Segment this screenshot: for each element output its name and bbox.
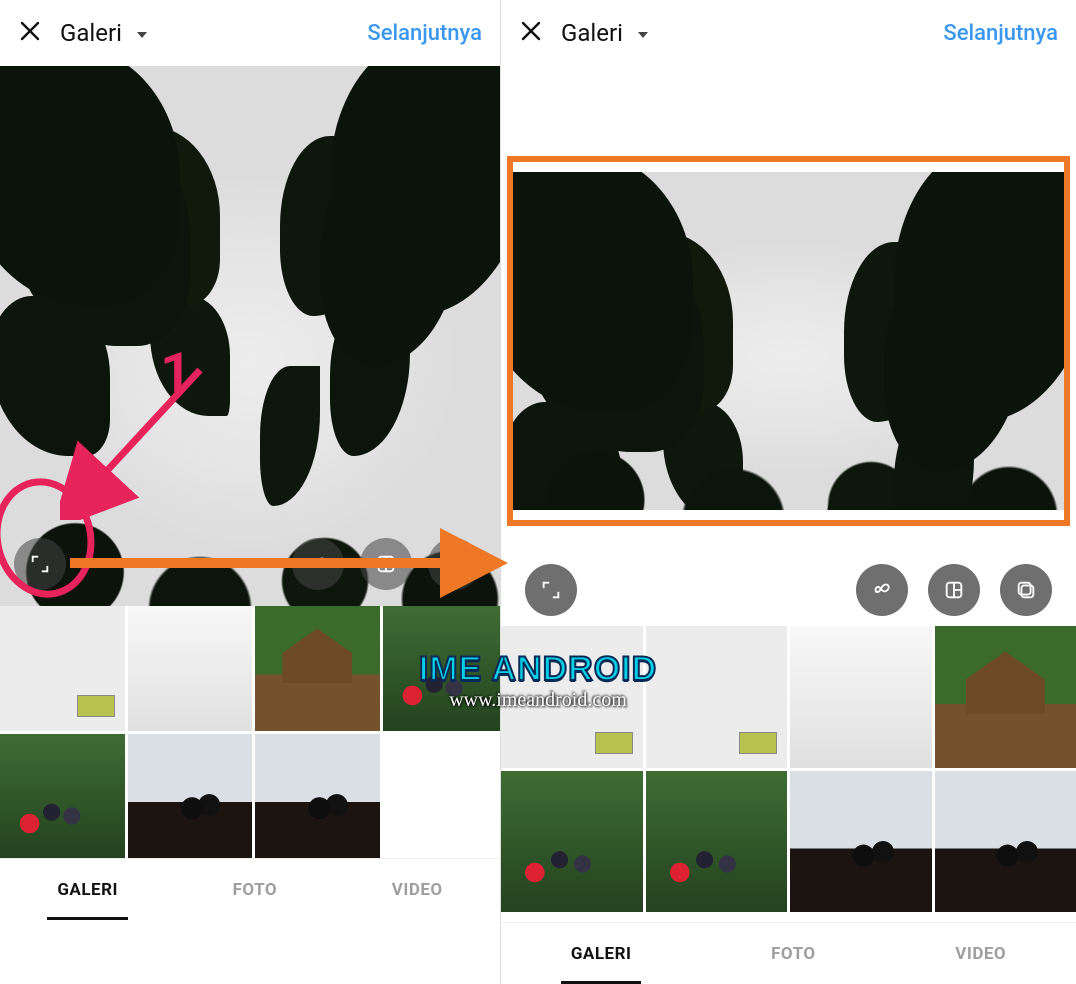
chevron-down-icon [136, 19, 148, 47]
tab-photo[interactable]: FOTO [767, 938, 820, 970]
thumbnail[interactable] [255, 734, 380, 859]
thumbnail[interactable] [501, 771, 643, 913]
layout-button[interactable] [360, 538, 412, 590]
next-button[interactable]: Selanjutnya [943, 21, 1058, 46]
tab-photo[interactable]: FOTO [229, 874, 282, 906]
selected-photo[interactable] [513, 172, 1064, 510]
tab-video[interactable]: VIDEO [951, 938, 1010, 970]
expand-crop-button[interactable] [525, 564, 577, 616]
expand-icon [540, 579, 562, 601]
close-icon [519, 19, 543, 43]
thumbnail[interactable] [646, 915, 788, 922]
thumbnail[interactable] [383, 734, 501, 859]
thumbnail-grid [0, 606, 500, 858]
thumbnail[interactable] [935, 771, 1076, 913]
top-bar: Galeri Selanjutnya [501, 0, 1076, 66]
gallery-dropdown[interactable]: Galeri [561, 19, 649, 47]
layout-button[interactable] [928, 564, 980, 616]
multi-select-button[interactable] [428, 538, 480, 590]
thumbnail[interactable] [646, 626, 788, 768]
tab-video[interactable]: VIDEO [388, 874, 447, 906]
thumbnail[interactable] [790, 915, 932, 922]
thumbnail[interactable] [128, 606, 253, 731]
thumbnail[interactable] [255, 606, 380, 731]
preview-area[interactable] [0, 66, 500, 606]
chevron-down-icon [637, 19, 649, 47]
thumbnail[interactable] [646, 771, 788, 913]
infinity-icon [307, 553, 329, 575]
close-icon [18, 19, 42, 43]
thumbnail[interactable] [790, 626, 932, 768]
top-bar: Galeri Selanjutnya [0, 0, 500, 66]
bottom-tabs: GALERI FOTO VIDEO [0, 858, 500, 920]
gallery-label: Galeri [60, 19, 122, 47]
thumbnail[interactable] [0, 734, 125, 859]
thumbnail[interactable] [790, 771, 932, 913]
screen-after: Galeri Selanjutnya [500, 0, 1076, 984]
screen-before: Galeri Selanjutnya [0, 0, 500, 920]
thumbnail[interactable] [0, 606, 125, 731]
thumbnail[interactable] [501, 626, 643, 768]
gallery-label: Galeri [561, 19, 623, 47]
next-button[interactable]: Selanjutnya [367, 21, 482, 46]
expand-icon [29, 553, 51, 575]
preview-area[interactable] [501, 66, 1076, 626]
bottom-tabs: GALERI FOTO VIDEO [501, 922, 1076, 984]
thumbnail[interactable] [935, 915, 1076, 922]
tab-gallery[interactable]: GALERI [567, 938, 636, 970]
collage-icon [375, 553, 397, 575]
thumbnail[interactable] [128, 734, 253, 859]
expand-crop-button[interactable] [14, 538, 66, 590]
thumbnail[interactable] [935, 626, 1076, 768]
thumbnail[interactable] [501, 915, 643, 922]
annotation-result-box [507, 156, 1070, 526]
selected-photo[interactable] [0, 66, 500, 606]
boomerang-button[interactable] [292, 538, 344, 590]
boomerang-button[interactable] [856, 564, 908, 616]
close-button[interactable] [519, 19, 543, 47]
gallery-dropdown[interactable]: Galeri [60, 19, 148, 47]
close-button[interactable] [18, 19, 42, 47]
tab-gallery[interactable]: GALERI [53, 874, 122, 906]
multi-select-icon [443, 553, 465, 575]
multi-select-icon [1015, 579, 1037, 601]
collage-icon [943, 579, 965, 601]
multi-select-button[interactable] [1000, 564, 1052, 616]
thumbnail[interactable] [383, 606, 501, 731]
thumbnail-grid [501, 626, 1076, 922]
infinity-icon [871, 579, 893, 601]
